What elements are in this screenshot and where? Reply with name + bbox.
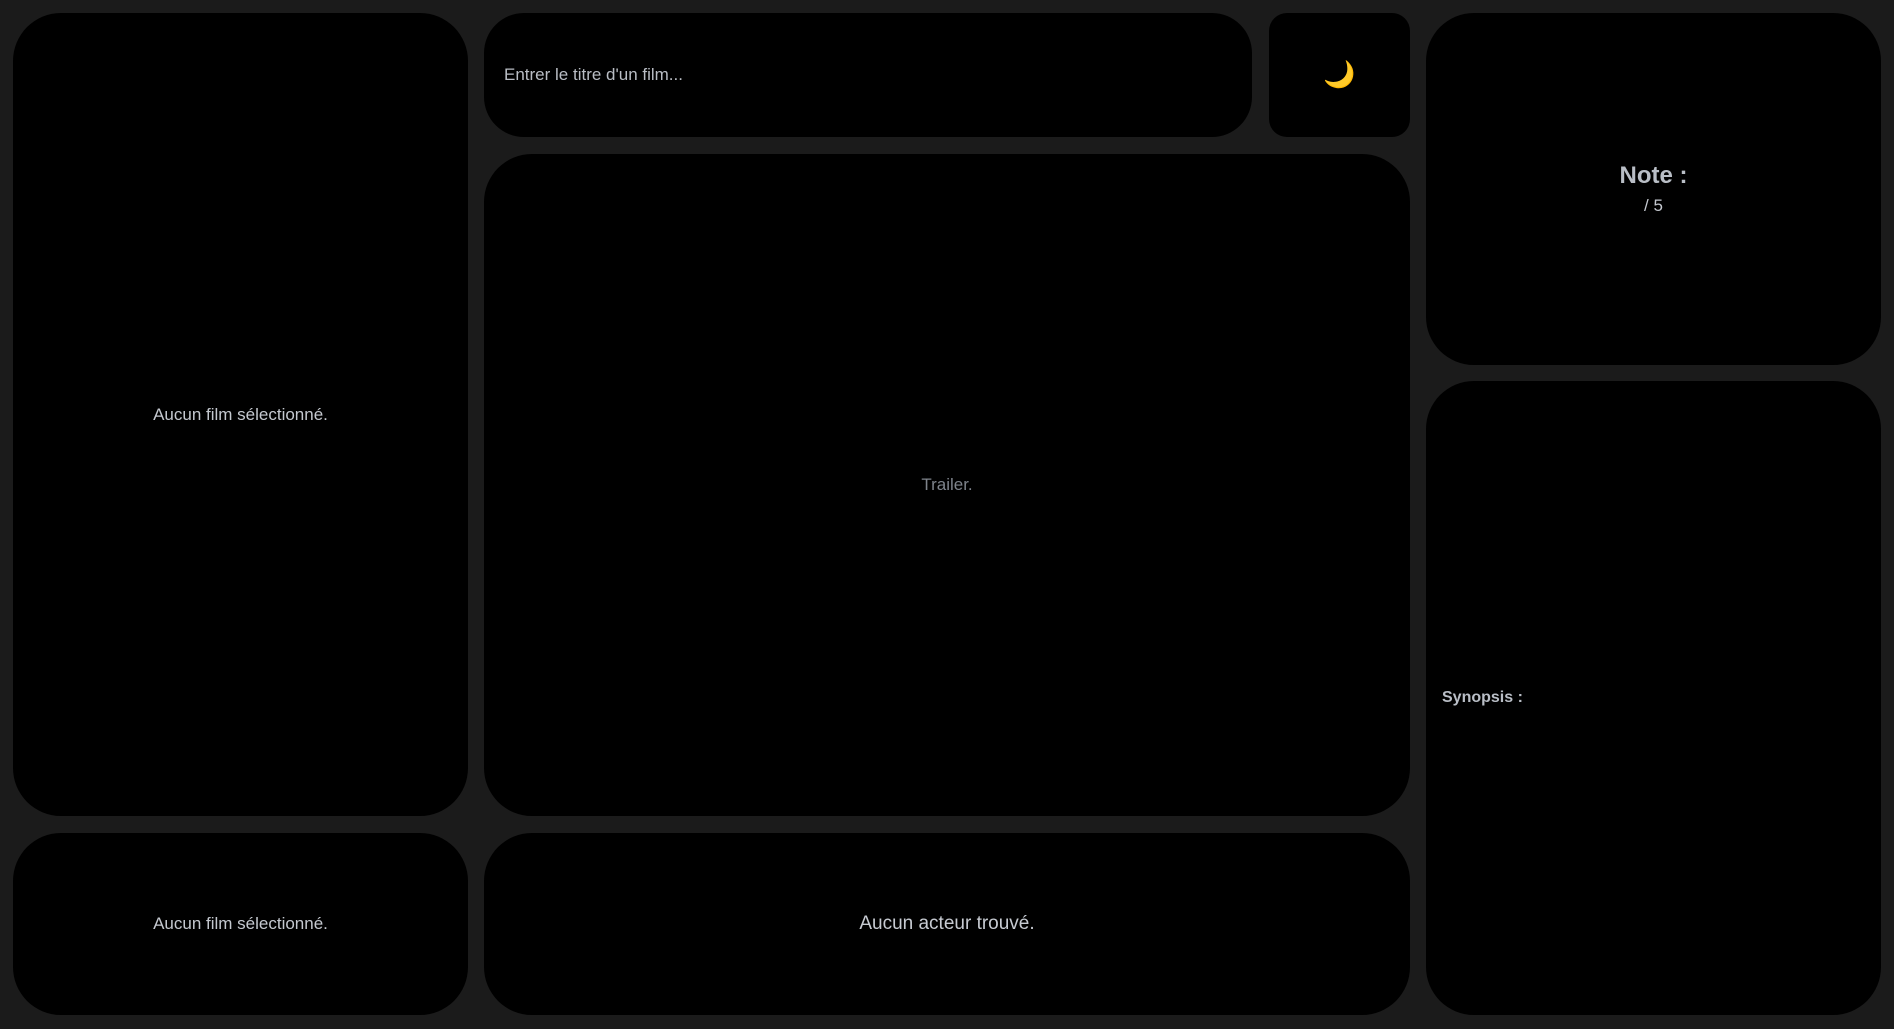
theme-toggle-button[interactable]: 🌙 xyxy=(1269,13,1410,137)
trailer-panel: Trailer. xyxy=(484,154,1410,816)
search-input[interactable] xyxy=(504,65,1232,85)
synopsis-panel: Synopsis : xyxy=(1426,381,1881,1015)
synopsis-label: Synopsis : xyxy=(1442,689,1523,706)
poster-panel: Aucun film sélectionné. xyxy=(13,13,468,816)
rating-panel: Note : / 5 xyxy=(1426,13,1881,365)
search-bar xyxy=(484,13,1252,137)
info-empty-text: Aucun film sélectionné. xyxy=(153,914,328,933)
poster-empty-text: Aucun film sélectionné. xyxy=(153,404,328,424)
actors-empty-text: Aucun acteur trouvé. xyxy=(859,913,1035,934)
rating-title: Note : xyxy=(1619,162,1688,189)
moon-icon: 🌙 xyxy=(1323,60,1356,90)
trailer-placeholder-text: Trailer. xyxy=(921,475,973,494)
actors-panel: Aucun acteur trouvé. xyxy=(484,833,1410,1015)
movie-info-panel: Aucun film sélectionné. xyxy=(13,833,468,1015)
rating-value: / 5 xyxy=(1644,196,1663,215)
